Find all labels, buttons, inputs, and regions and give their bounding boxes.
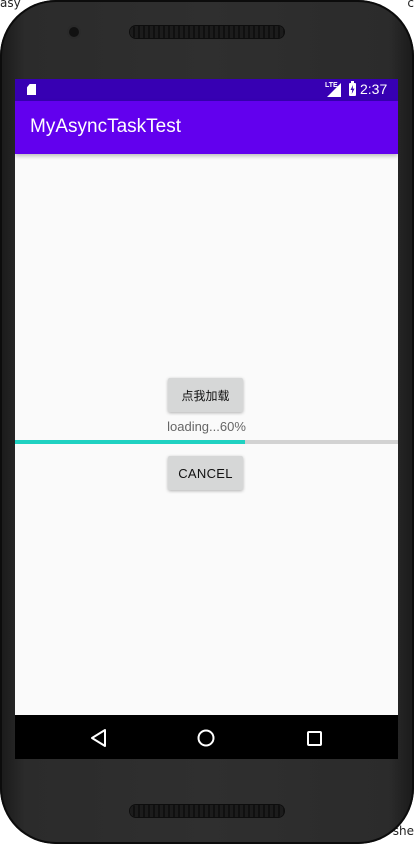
status-clock: 2:37 — [360, 81, 388, 97]
back-icon — [91, 729, 106, 747]
load-button-label: 点我加载 — [181, 388, 230, 403]
back-button[interactable] — [69, 715, 129, 759]
charging-bolt — [350, 85, 355, 94]
progress-status-text: loading...60% — [167, 419, 246, 434]
app-bar: MyAsyncTaskTest — [15, 101, 398, 154]
sd-card-icon — [27, 84, 36, 95]
bottom-speaker-grille — [130, 805, 284, 817]
top-speaker-grille — [130, 26, 284, 38]
cancel-button-label: CANCEL — [178, 465, 233, 481]
phone-frame: LTE 2:37 MyAsyncTaskTest 点我加载 loading...… — [0, 0, 414, 844]
background-text-fragment: c — [407, 0, 414, 10]
background-text-fragment: asy — [0, 0, 21, 10]
home-icon — [197, 729, 215, 747]
device-screen: LTE 2:37 MyAsyncTaskTest 点我加载 loading...… — [15, 79, 398, 759]
progress-bar — [15, 440, 398, 444]
home-button[interactable] — [176, 715, 236, 759]
cancel-button[interactable]: CANCEL — [168, 456, 243, 490]
stage: asy c she LTE 2:37 MyAsyncTaskTest 点我加载 … — [0, 0, 414, 844]
recents-icon — [307, 731, 322, 746]
battery-charging-icon — [349, 81, 356, 96]
recents-button[interactable] — [284, 715, 344, 759]
status-bar: LTE 2:37 — [15, 79, 398, 101]
progress-bar-fill — [15, 440, 245, 444]
app-title: MyAsyncTaskTest — [30, 116, 181, 137]
network-type-label: LTE — [325, 82, 338, 89]
front-camera — [69, 27, 79, 37]
load-button[interactable]: 点我加载 — [168, 378, 243, 412]
navigation-bar — [15, 715, 398, 759]
